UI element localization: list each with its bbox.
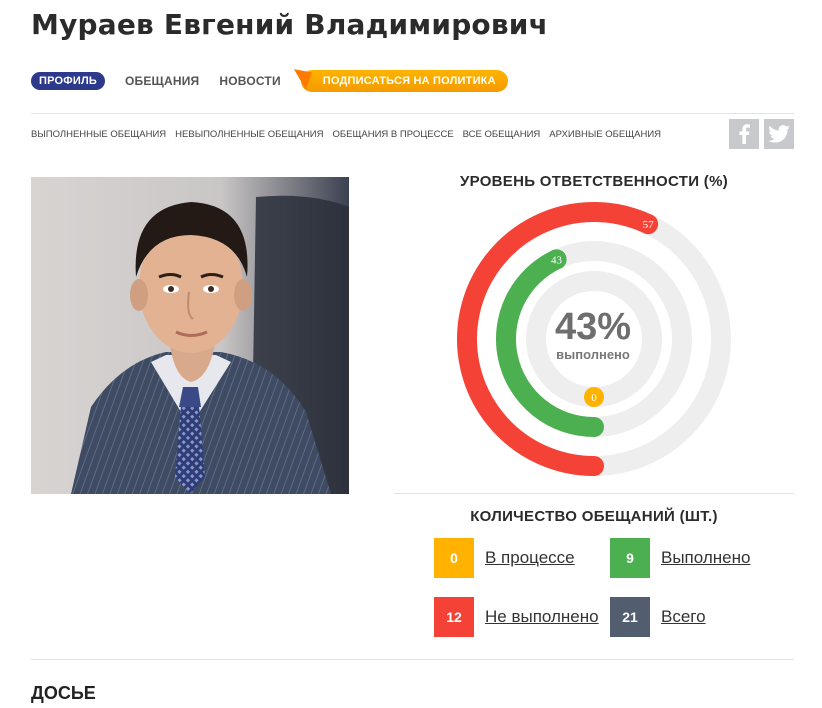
ring-center: 43% выполнено — [517, 307, 669, 362]
facebook-share-button[interactable] — [729, 119, 759, 149]
stat-in-progress-link[interactable]: В процессе — [485, 548, 575, 568]
subscribe-label: ПОДПИСАТЬСЯ НА ПОЛИТИКА — [300, 70, 508, 92]
ring-label-not_fulfilled: 57 — [643, 219, 655, 231]
promise-filters: ВЫПОЛНЕННЫЕ ОБЕЩАНИЯ НЕВЫПОЛНЕННЫЕ ОБЕЩА… — [31, 129, 670, 140]
stat-unfulfilled[interactable]: 12 Не выполнено — [434, 597, 599, 637]
stat-unfulfilled-link[interactable]: Не выполнено — [485, 607, 599, 627]
filter-unfulfilled[interactable]: НЕВЫПОЛНЕННЫЕ ОБЕЩАНИЯ — [175, 129, 323, 140]
dossier-divider — [31, 659, 794, 660]
dossier-heading: ДОСЬЕ — [31, 683, 96, 703]
ring-label-in_progress: 0 — [591, 392, 597, 404]
page-title: Мураев Евгений Владимирович — [31, 8, 549, 41]
fulfilled-percent: 43% — [554, 306, 632, 348]
chart-divider — [394, 493, 794, 494]
stat-fulfilled-link[interactable]: Выполнено — [661, 548, 750, 568]
tab-promises[interactable]: ОБЕЩАНИЯ — [125, 74, 199, 88]
filter-in-progress[interactable]: ОБЕЩАНИЯ В ПРОЦЕССЕ — [333, 129, 454, 140]
tab-profile[interactable]: ПРОФИЛЬ — [31, 72, 105, 90]
stat-in-progress[interactable]: 0 В процессе — [434, 538, 575, 578]
stat-fulfilled[interactable]: 9 Выполнено — [610, 538, 750, 578]
politician-photo — [31, 177, 349, 494]
twitter-share-button[interactable] — [764, 119, 794, 149]
facebook-icon — [739, 124, 750, 144]
stat-total-count: 21 — [610, 597, 650, 637]
filter-fulfilled[interactable]: ВЫПОЛНЕННЫЕ ОБЕЩАНИЯ — [31, 129, 166, 140]
stat-unfulfilled-count: 12 — [434, 597, 474, 637]
stat-in-progress-count: 0 — [434, 538, 474, 578]
fulfilled-caption: выполнено — [556, 347, 630, 362]
twitter-icon — [768, 125, 790, 143]
tab-news[interactable]: НОВОСТИ — [219, 74, 280, 88]
filter-all[interactable]: ВСЕ ОБЕЩАНИЯ — [463, 129, 541, 140]
nav-divider — [31, 113, 794, 114]
responsibility-title: УРОВЕНЬ ОТВЕТСТВЕННОСТИ (%) — [459, 173, 729, 190]
stat-total-link[interactable]: Всего — [661, 607, 706, 627]
ring-label-fulfilled: 43 — [551, 254, 563, 266]
filter-archived[interactable]: АРХИВНЫЕ ОБЕЩАНИЯ — [549, 129, 661, 140]
portrait-image — [31, 177, 349, 494]
stat-fulfilled-count: 9 — [610, 538, 650, 578]
main-nav: ПРОФИЛЬ ОБЕЩАНИЯ НОВОСТИ ПОДПИСАТЬСЯ НА … — [31, 62, 508, 92]
promises-count-title: КОЛИЧЕСТВО ОБЕЩАНИЙ (ШТ.) — [470, 508, 718, 525]
stat-total[interactable]: 21 Всего — [610, 597, 706, 637]
subscribe-button[interactable]: ПОДПИСАТЬСЯ НА ПОЛИТИКА — [293, 62, 508, 92]
